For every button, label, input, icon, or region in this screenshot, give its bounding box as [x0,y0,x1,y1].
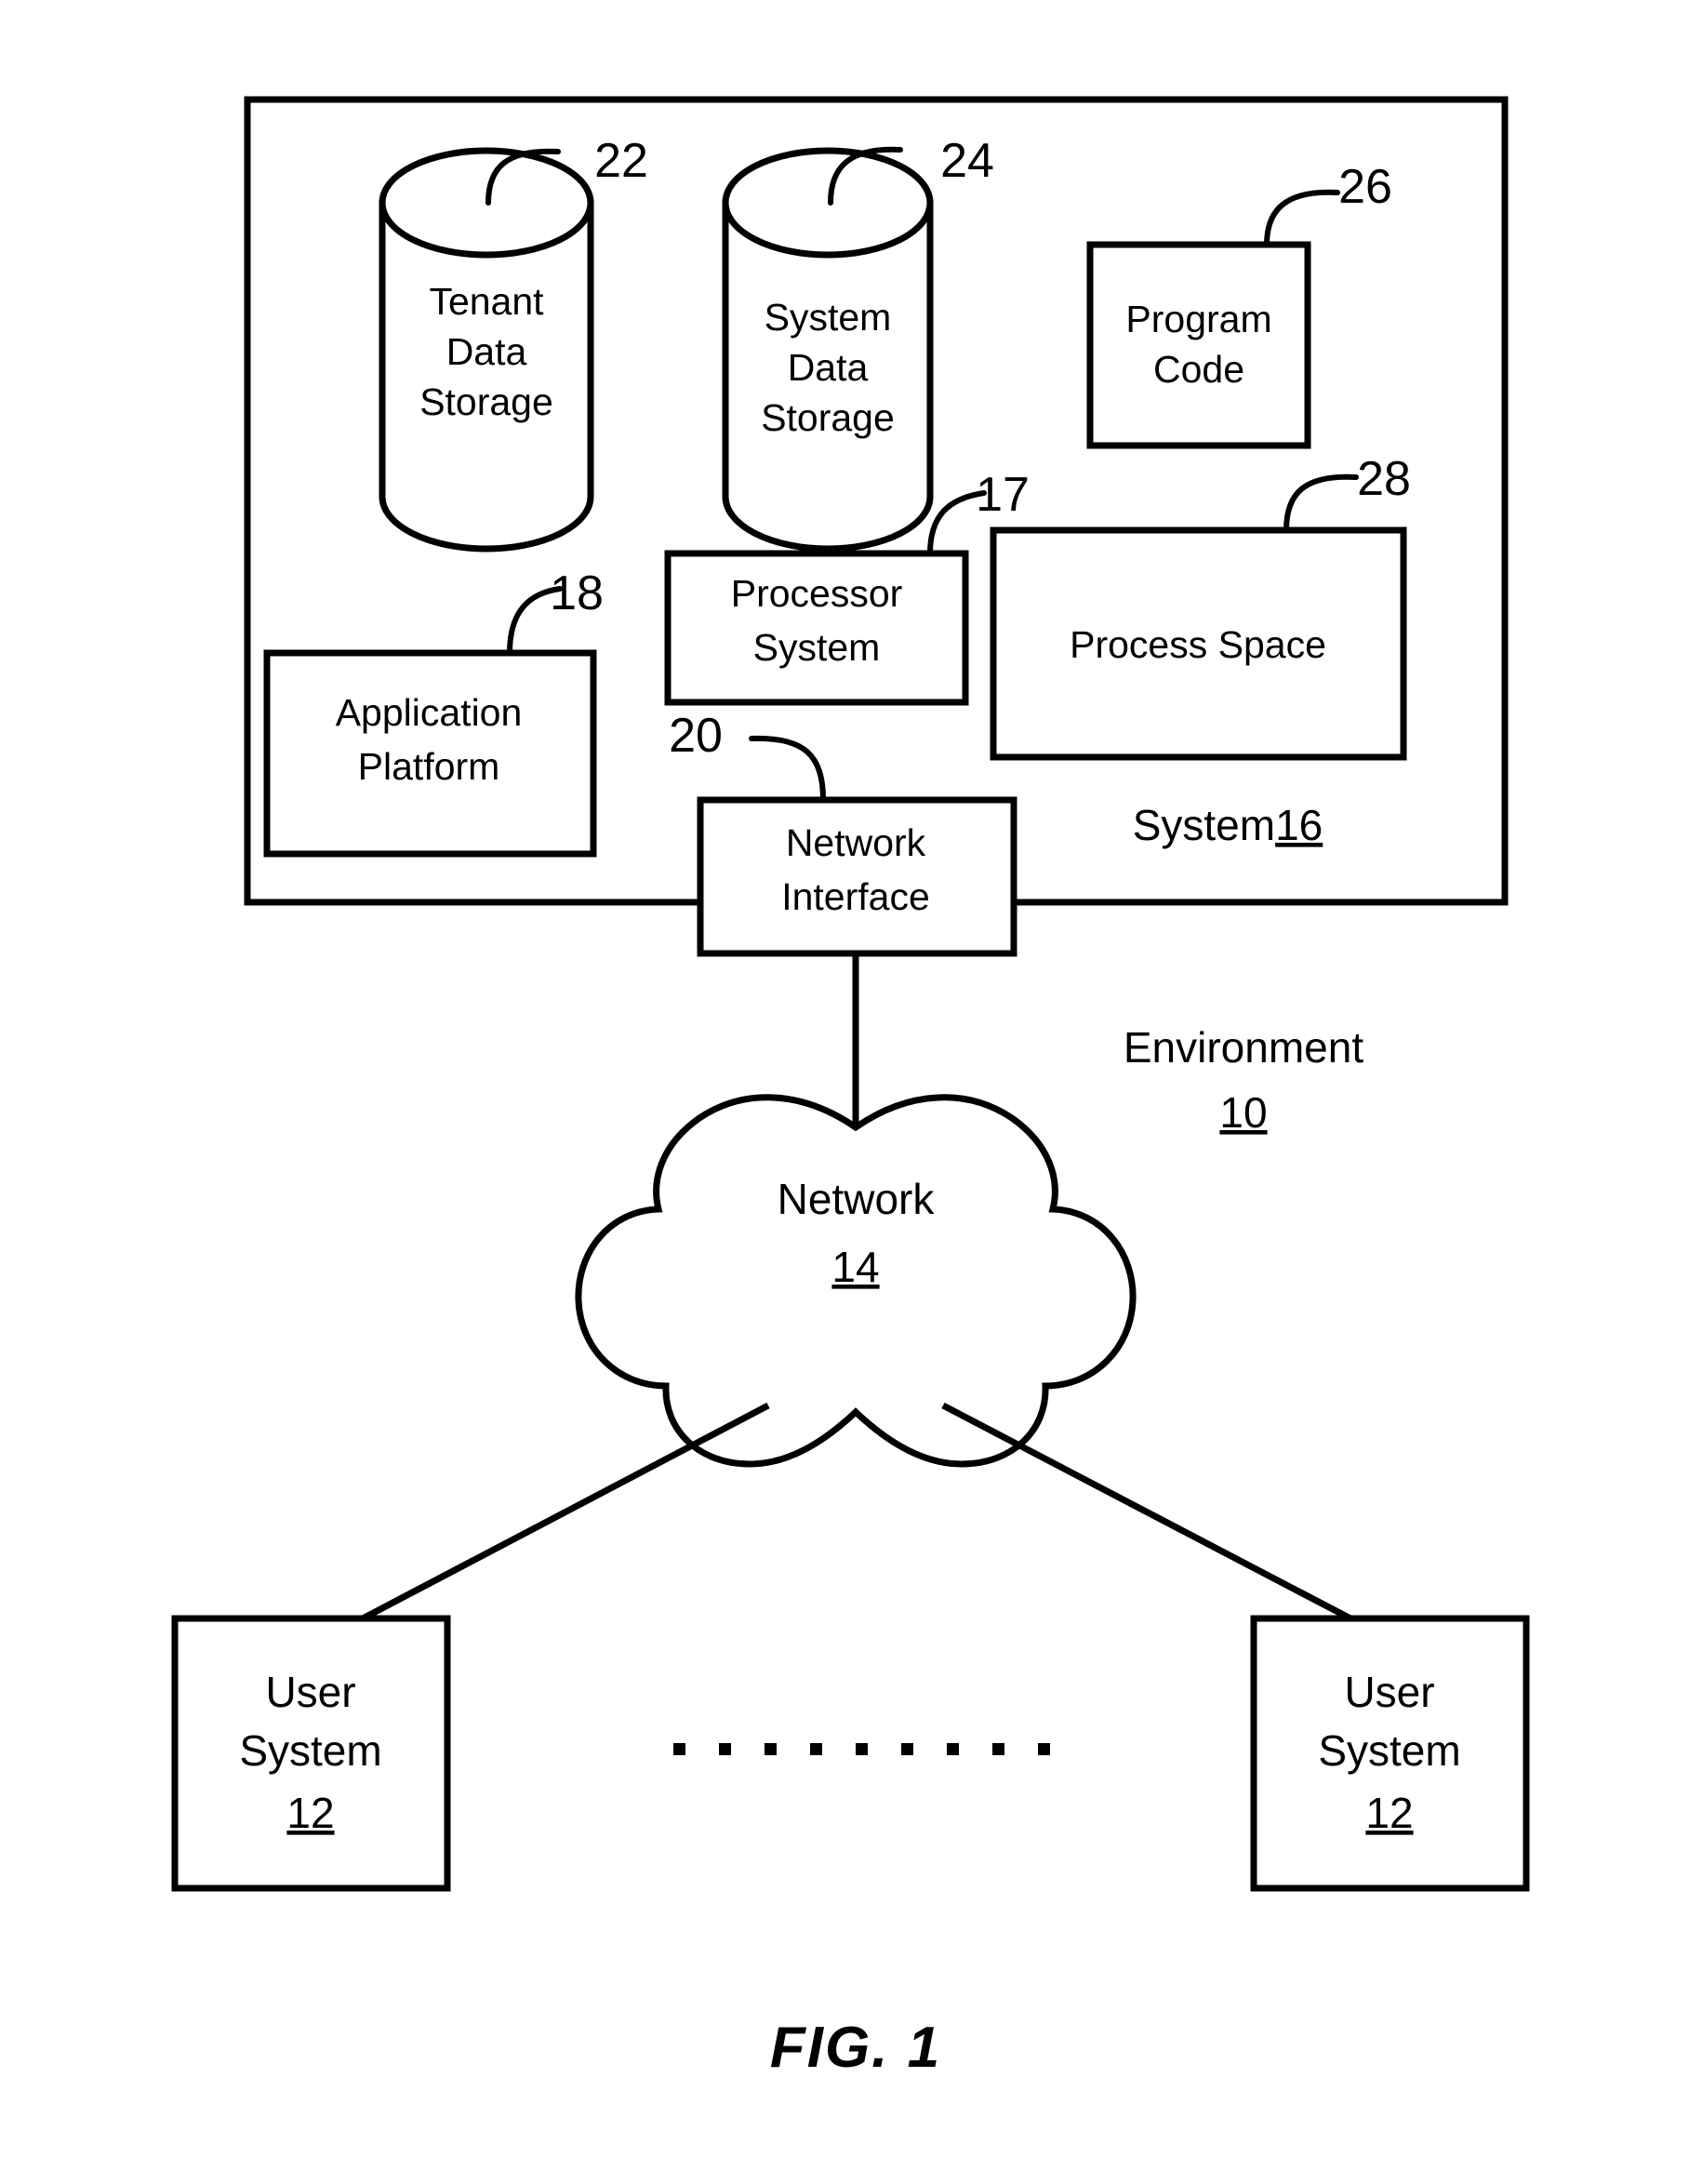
processor-system-line-1: Processor [731,572,903,615]
user-system-right-line-1: User [1344,1668,1434,1716]
system-label-word: System [1133,801,1275,849]
processor-system-line-2: System [753,626,881,669]
user-system-right-line-2: System [1318,1726,1460,1775]
user-system-left-line-2: System [239,1726,381,1775]
network-interface-line-1: Network [786,821,926,864]
ref-number-28: 28 [1357,452,1411,506]
application-platform-line-1: Application [336,691,523,734]
patent-figure-1: Tenant Data Storage 22 System Data Stora… [0,0,1689,2184]
ref-number-24: 24 [940,134,994,188]
system-data-storage-line-2: Data [788,346,869,389]
ellipsis-dots [673,1743,1050,1755]
user-system-right-ref: 12 [1365,1789,1413,1837]
lead-line-20 [749,735,826,803]
connector-network-to-user-left [361,1402,770,1622]
user-system-left-ref: 12 [286,1789,334,1837]
system-data-storage-line-1: System [765,296,892,339]
ref-number-20: 20 [669,709,723,763]
user-system-left-line-1: User [265,1668,355,1716]
program-code-line-1: Program [1125,298,1271,340]
network-interface-line-2: Interface [781,875,930,918]
tenant-data-storage-line-1: Tenant [429,280,544,323]
network-cloud-label: Network [778,1175,936,1223]
lead-line-28 [1283,473,1359,533]
environment-ref: 10 [1219,1088,1267,1137]
network-cloud-ref: 14 [831,1243,879,1291]
ref-number-26: 26 [1338,160,1392,214]
process-space-label: Process Space [1070,623,1326,666]
system-boundary-label: System16 [1133,801,1323,849]
program-code-line-2: Code [1153,348,1244,391]
figure-caption: FIG. 1 [770,2016,941,2080]
environment-label: Environment [1124,1023,1363,1072]
ref-number-22: 22 [594,134,648,188]
connector-network-to-user-right [941,1402,1352,1622]
ref-number-18: 18 [550,566,604,620]
system-label-ref: 16 [1275,801,1323,849]
tenant-data-storage-line-2: Data [446,330,527,373]
system-data-storage-line-3: Storage [761,396,895,439]
lead-line-26 [1264,189,1340,247]
program-code-box [1086,241,1311,449]
figure-canvas: Tenant Data Storage 22 System Data Stora… [171,96,1530,2080]
ref-number-17: 17 [976,468,1030,522]
application-platform-line-2: Platform [358,745,500,788]
tenant-data-storage-line-3: Storage [419,380,553,423]
